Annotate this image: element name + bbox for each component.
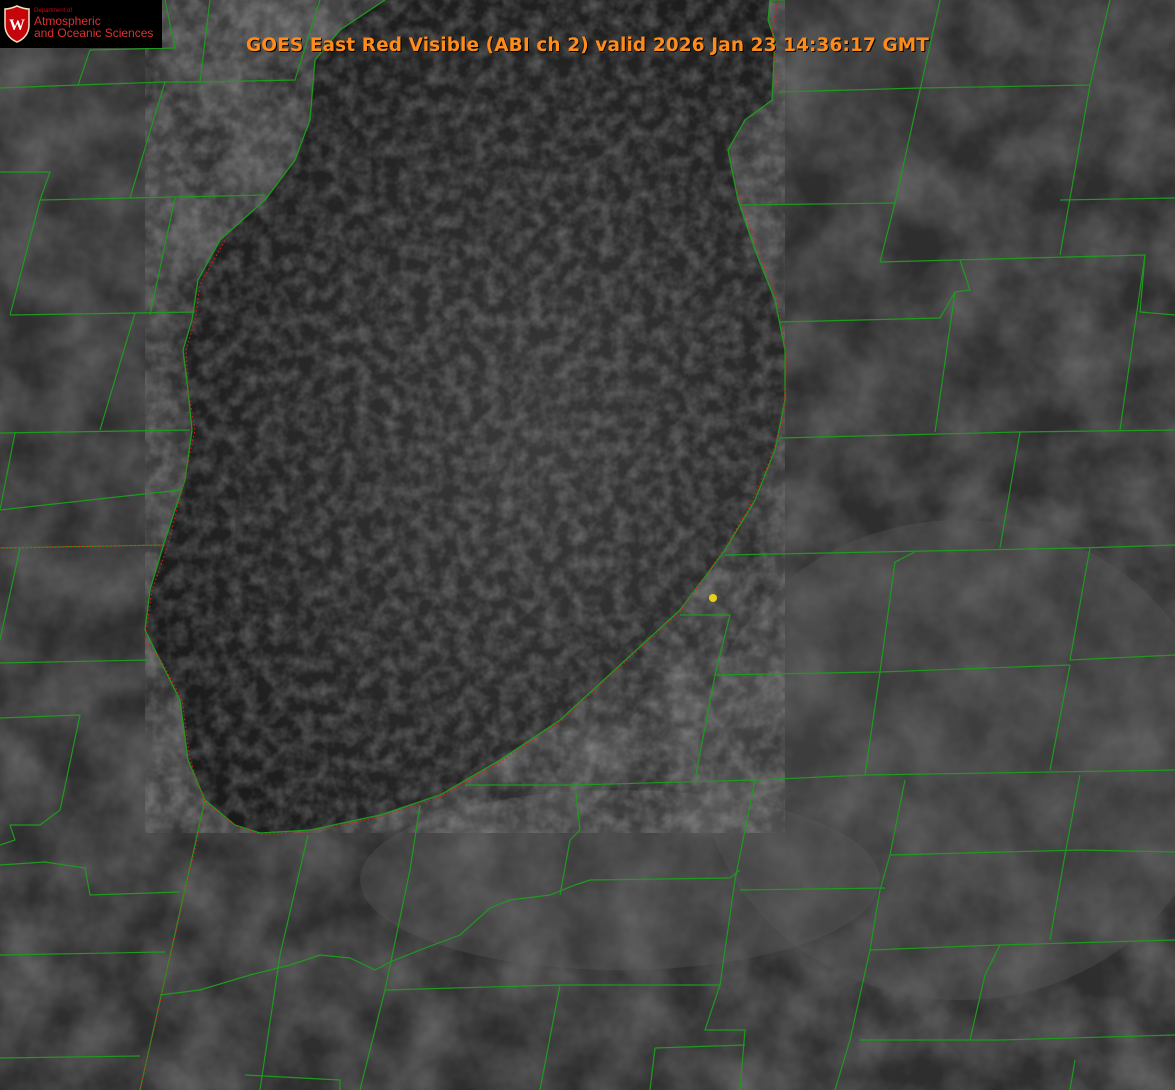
satellite-image <box>0 0 1175 1090</box>
seal-letter: W <box>9 17 25 34</box>
image-title: GOES East Red Visible (ABI ch 2) valid 2… <box>246 35 929 56</box>
location-dot-icon <box>709 594 717 602</box>
